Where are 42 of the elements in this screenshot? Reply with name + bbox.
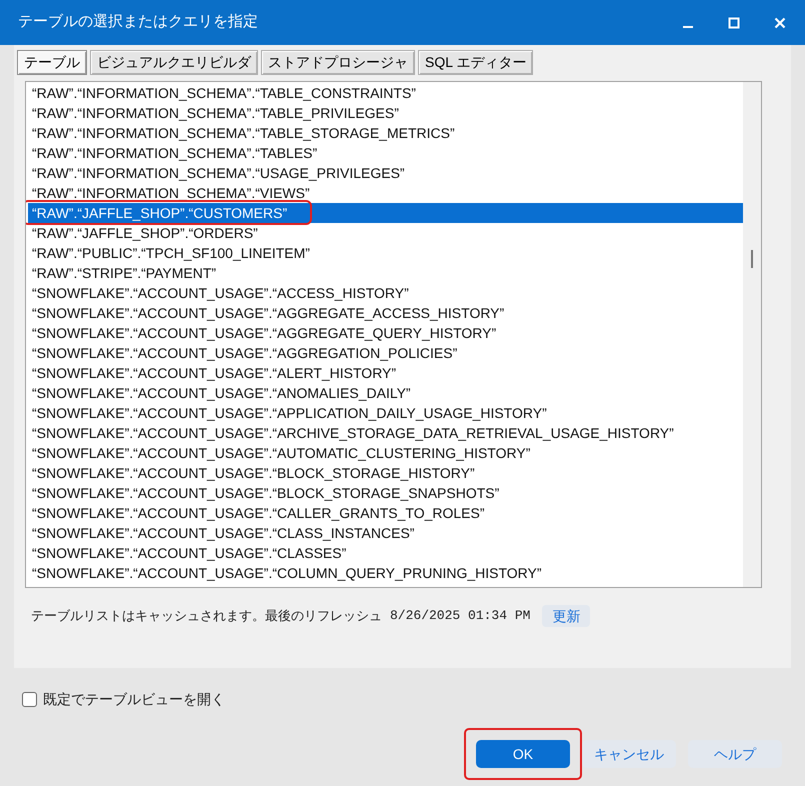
table-list-item[interactable]: “RAW”.“INFORMATION_SCHEMA”.“TABLES” xyxy=(28,143,743,163)
table-list-item[interactable]: “SNOWFLAKE”.“ACCOUNT_USAGE”.“BLOCK_STORAGE_HISTORY” xyxy=(28,463,743,483)
close-icon xyxy=(774,16,786,28)
table-list-item[interactable]: “SNOWFLAKE”.“ACCOUNT_USAGE”.“CALLER_GRANTS_TO_ROLES” xyxy=(28,503,743,523)
tab[interactable]: テーブル xyxy=(17,50,87,75)
table-list-item[interactable]: “RAW”.“INFORMATION_SCHEMA”.“USAGE_PRIVILEGES” xyxy=(28,163,743,183)
tab[interactable]: SQL エディター xyxy=(418,50,534,75)
table-list-item[interactable]: “RAW”.“STRIPE”.“PAYMENT” xyxy=(28,263,743,283)
table-list-item[interactable]: “SNOWFLAKE”.“ACCOUNT_USAGE”.“BLOCK_STORAGE_SNAPSHOTS” xyxy=(28,483,743,503)
table-list-item[interactable]: “SNOWFLAKE”.“ACCOUNT_USAGE”.“CLASSES” xyxy=(28,543,743,563)
table-list-item[interactable]: “RAW”.“INFORMATION_SCHEMA”.“TABLE_CONSTRAINTS” xyxy=(28,83,743,103)
maximize-icon xyxy=(728,16,740,28)
table-list-item[interactable]: “SNOWFLAKE”.“ACCOUNT_USAGE”.“ANOMALIES_DAILY” xyxy=(28,383,743,403)
table-list-item[interactable]: “SNOWFLAKE”.“ACCOUNT_USAGE”.“AGGREGATE_ACCESS_HISTORY” xyxy=(28,303,743,323)
table-list-item[interactable]: “RAW”.“INFORMATION_SCHEMA”.“VIEWS” xyxy=(28,183,743,203)
dialog-button[interactable]: ヘルプ xyxy=(688,740,782,768)
table-list-item[interactable]: “SNOWFLAKE”.“ACCOUNT_USAGE”.“COLUMN_QUERY_PRUNING_HISTORY” xyxy=(28,563,743,583)
minimize-icon xyxy=(683,26,693,28)
table-list-item[interactable]: “SNOWFLAKE”.“ACCOUNT_USAGE”.“AGGREGATION_POLICIES” xyxy=(28,343,743,363)
checkbox-label: 既定でテーブルビューを開く xyxy=(43,690,225,709)
dialog-button[interactable]: キャンセル xyxy=(582,740,676,768)
checkbox[interactable] xyxy=(22,692,37,707)
table-list-item[interactable]: “RAW”.“INFORMATION_SCHEMA”.“TABLE_STORAGE_METRICS” xyxy=(28,123,743,143)
table-list-item[interactable]: “SNOWFLAKE”.“ACCOUNT_USAGE”.“AUTOMATIC_CLUSTERING_HISTORY” xyxy=(28,443,743,463)
window-title: テーブルの選択またはクエリを指定 xyxy=(18,12,259,32)
table-list-item[interactable]: “SNOWFLAKE”.“ACCOUNT_USAGE”.“ACCESS_HISTORY” xyxy=(28,283,743,303)
table-list-item[interactable]: “RAW”.“INFORMATION_SCHEMA”.“TABLE_PRIVILEGES” xyxy=(28,103,743,123)
tab[interactable]: ストアドプロシージャ xyxy=(261,50,415,75)
table-list-item[interactable]: “SNOWFLAKE”.“ACCOUNT_USAGE”.“APPLICATION_DAILY_USAGE_HISTORY” xyxy=(28,403,743,423)
refresh-timestamp: 8/26/2025 01:34 PM xyxy=(390,607,530,626)
table-list-item[interactable]: “RAW”.“PUBLIC”.“TPCH_SF100_LINEITEM” xyxy=(28,243,743,263)
table-list-item[interactable]: “SNOWFLAKE”.“ACCOUNT_USAGE”.“ALERT_HISTORY” xyxy=(28,363,743,383)
tab[interactable]: ビジュアルクエリビルダ xyxy=(90,50,258,75)
table-list-item[interactable]: “SNOWFLAKE”.“ACCOUNT_USAGE”.“ARCHIVE_STORAGE_DATA_RETRIEVAL_USAGE_HISTORY” xyxy=(28,423,743,443)
table-list-item[interactable]: “RAW”.“JAFFLE_SHOP”.“ORDERS” xyxy=(28,223,743,243)
table-list-item[interactable]: “RAW”.“JAFFLE_SHOP”.“CUSTOMERS” xyxy=(28,203,743,223)
dialog-button[interactable]: OK xyxy=(476,740,570,768)
table-list-item[interactable]: “SNOWFLAKE”.“ACCOUNT_USAGE”.“CLASS_INSTANCES” xyxy=(28,523,743,543)
cache-note: テーブルリストはキャッシュされます。最後のリフレッシュ xyxy=(31,607,382,626)
scrollbar-thumb xyxy=(751,250,753,268)
refresh-button[interactable]: 更新 xyxy=(542,605,590,627)
table-list-item[interactable]: “SNOWFLAKE”.“ACCOUNT_USAGE”.“AGGREGATE_QUERY_HISTORY” xyxy=(28,323,743,343)
